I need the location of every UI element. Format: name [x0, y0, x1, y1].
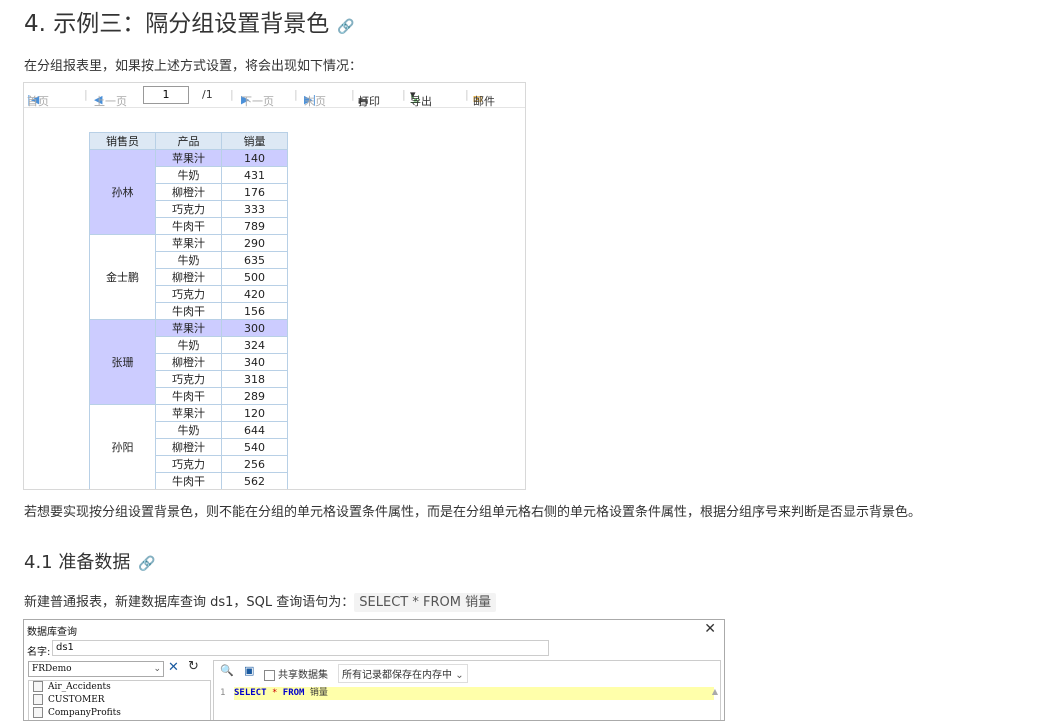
salesperson-cell: 张珊 [89, 319, 156, 405]
link-icon[interactable]: 🔗 [337, 19, 354, 35]
product-cell: 牛奶 [155, 336, 222, 354]
product-cell: 苹果汁 [155, 234, 222, 252]
quantity-cell: 635 [221, 251, 288, 269]
name-input[interactable]: ds1 [52, 640, 549, 656]
sql-line: SELECT * FROM 销量 [234, 687, 714, 700]
quantity-cell: 290 [221, 234, 288, 252]
quantity-cell: 300 [221, 319, 288, 337]
cache-mode-select[interactable]: 所有记录都保存在内存中 ⌄ [338, 664, 468, 683]
product-cell: 牛奶 [155, 166, 222, 184]
product-cell: 苹果汁 [155, 319, 222, 337]
table-header-row: 销售员 产品 销量 [89, 132, 288, 150]
page-number-input[interactable]: 1 [143, 86, 189, 104]
quantity-cell: 789 [221, 217, 288, 235]
param-icon[interactable]: ▣ [244, 664, 254, 677]
product-cell: 牛奶 [155, 251, 222, 269]
quantity-cell: 333 [221, 200, 288, 218]
list-item[interactable]: Air_Accidents [29, 681, 210, 694]
quantity-cell: 431 [221, 166, 288, 184]
product-cell: 巧克力 [155, 455, 222, 473]
quantity-cell: 324 [221, 336, 288, 354]
product-cell: 牛奶 [155, 421, 222, 439]
table-row: 金士鹏 苹果汁 290 [89, 234, 288, 320]
product-cell: 苹果汁 [155, 149, 222, 167]
line-number: 1 [220, 688, 226, 698]
quantity-cell: 562 [221, 472, 288, 489]
column-header: 销量 [221, 132, 288, 150]
product-cell: 柳橙汁 [155, 183, 222, 201]
chevron-down-icon: ⌄ [153, 664, 161, 674]
table-row: 孙林 苹果汁 140 [89, 149, 288, 235]
preview-icon[interactable]: 🔍 [220, 664, 234, 677]
export-button[interactable]: ⇲ 导出 ▾ [410, 88, 432, 108]
product-cell: 苹果汁 [155, 404, 222, 422]
link-icon[interactable]: 🔗 [138, 556, 155, 572]
report-table: 销售员 产品 销量 孙林 苹果汁 140 牛奶 431 柳橙汁 176 巧克力 333 牛肉干 789 金士… [89, 132, 288, 489]
product-cell: 柳橙汁 [155, 268, 222, 286]
product-cell: 柳橙汁 [155, 353, 222, 371]
datasource-select[interactable]: FRDemo ⌄ [28, 661, 164, 677]
page-total: /1 [202, 88, 213, 101]
chevron-down-icon: ⌄ [455, 670, 464, 681]
list-item[interactable]: CUSTOMER [29, 694, 210, 707]
close-icon[interactable]: ✕ [704, 621, 716, 637]
product-cell: 牛肉干 [155, 217, 222, 235]
quantity-cell: 318 [221, 370, 288, 388]
quantity-cell: 420 [221, 285, 288, 303]
quantity-cell: 120 [221, 404, 288, 422]
query-paragraph: 新建普通报表，新建数据库查询 ds1，SQL 查询语句为： SELECT * FR… [24, 591, 497, 612]
list-item[interactable]: CompanyProfits [29, 707, 210, 720]
report-toolbar: |◀ 首页 | ◀ 上一页 1 /1 | ▶ 下一页 | ▶| 末页 | 🖶 打印… [24, 83, 525, 108]
quantity-cell: 289 [221, 387, 288, 405]
explanation-paragraph: 若想要实现按分组设置背景色，则不能在分组的单元格设置条件属性，而是在分组单元格右… [24, 505, 922, 520]
quantity-cell: 644 [221, 421, 288, 439]
quantity-cell: 340 [221, 353, 288, 371]
intro-paragraph: 在分组报表里，如果按上述方式设置，将会出现如下情况： [24, 59, 363, 74]
product-cell: 巧克力 [155, 285, 222, 303]
product-cell: 牛肉干 [155, 302, 222, 320]
database-query-dialog: 数据库查询 ✕ 名字: ds1 FRDemo ⌄ ✕ ↻ Air_Accident… [23, 619, 725, 721]
dialog-title: 数据库查询 [27, 627, 77, 638]
product-cell: 牛肉干 [155, 472, 222, 489]
table-row: 孙阳 苹果汁 120 [89, 404, 288, 489]
column-header: 产品 [155, 132, 222, 150]
salesperson-cell: 孙阳 [89, 404, 156, 489]
section-title-text: 4. 示例三：隔分组设置背景色 [24, 11, 330, 37]
section-title: 4. 示例三：隔分组设置背景色 🔗 [24, 4, 355, 38]
scroll-up-icon[interactable]: ▲ [712, 687, 718, 696]
connection-tools-icon[interactable]: ✕ [168, 660, 179, 675]
quantity-cell: 140 [221, 149, 288, 167]
quantity-cell: 540 [221, 438, 288, 456]
subsection-title: 4.1 准备数据 🔗 [24, 552, 156, 573]
name-label: 名字: [27, 647, 51, 658]
share-dataset-checkbox[interactable]: 共享数据集 [264, 666, 328, 681]
salesperson-cell: 孙林 [89, 149, 156, 235]
quantity-cell: 176 [221, 183, 288, 201]
salesperson-cell: 金士鹏 [89, 234, 156, 320]
column-header: 销售员 [89, 132, 156, 150]
refresh-icon[interactable]: ↻ [188, 659, 199, 674]
quantity-cell: 500 [221, 268, 288, 286]
product-cell: 巧克力 [155, 370, 222, 388]
product-cell: 巧克力 [155, 200, 222, 218]
product-cell: 牛肉干 [155, 387, 222, 405]
product-cell: 柳橙汁 [155, 438, 222, 456]
table-row: 张珊 苹果汁 300 [89, 319, 288, 405]
sql-inline-code: SELECT * FROM 销量 [354, 593, 497, 612]
quantity-cell: 256 [221, 455, 288, 473]
sql-editor[interactable]: 🔍 ▣ 共享数据集 所有记录都保存在内存中 ⌄ 1 SELECT * FROM … [213, 660, 721, 720]
quantity-cell: 156 [221, 302, 288, 320]
report-preview: |◀ 首页 | ◀ 上一页 1 /1 | ▶ 下一页 | ▶| 末页 | 🖶 打印… [23, 82, 526, 490]
